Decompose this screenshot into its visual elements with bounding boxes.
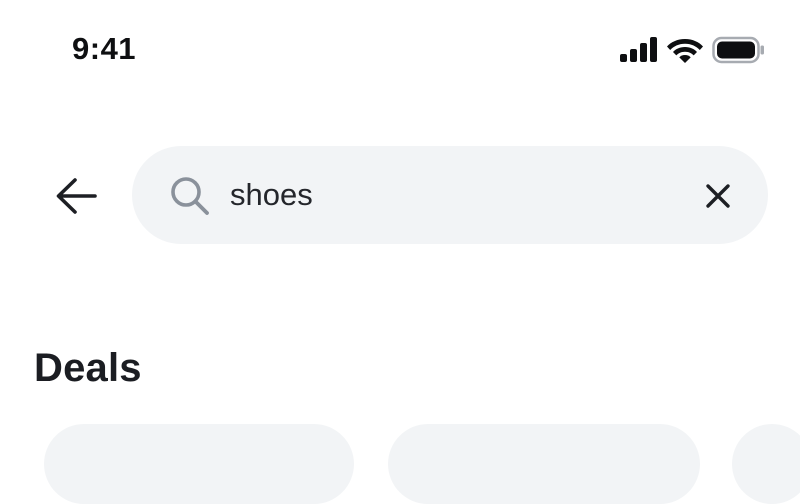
deals-section-title: Deals xyxy=(34,346,142,390)
close-icon xyxy=(706,184,730,208)
deal-card[interactable] xyxy=(44,424,354,504)
search-input[interactable] xyxy=(230,170,670,220)
back-arrow-icon xyxy=(56,178,97,214)
cellular-signal-icon xyxy=(620,37,657,62)
status-bar: 9:41 xyxy=(0,0,800,100)
wifi-icon xyxy=(667,39,703,63)
battery-icon xyxy=(712,36,764,64)
status-time: 9:41 xyxy=(72,31,137,66)
search-icon xyxy=(171,177,209,215)
search-bar[interactable] xyxy=(132,146,768,244)
back-button[interactable] xyxy=(48,168,104,224)
clear-search-button[interactable] xyxy=(698,176,738,216)
status-icons xyxy=(618,36,768,66)
deal-card[interactable] xyxy=(732,424,800,504)
deal-card[interactable] xyxy=(388,424,700,504)
